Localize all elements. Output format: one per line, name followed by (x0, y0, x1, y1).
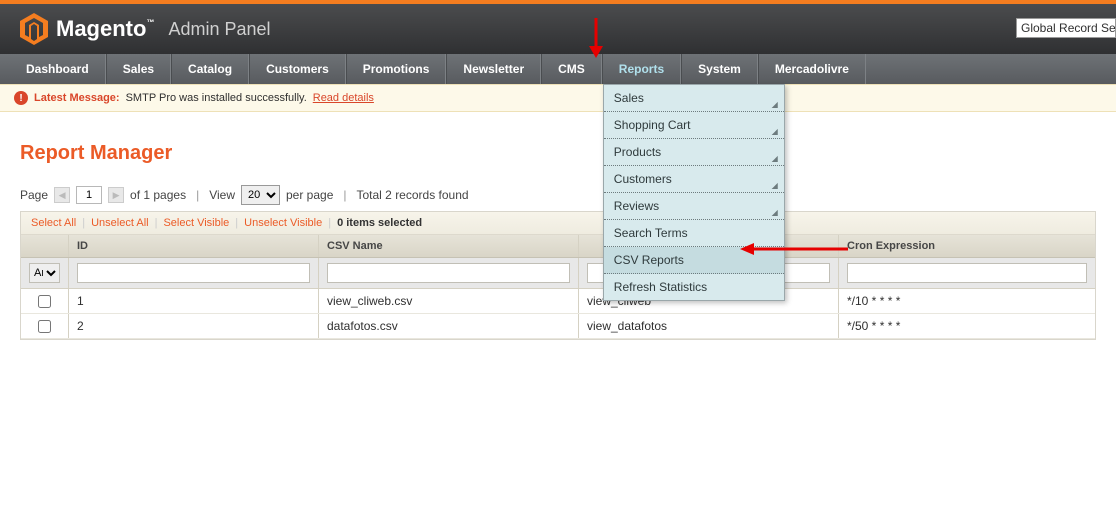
chevron-icon: ◢ (772, 100, 778, 109)
magento-logo-icon (20, 13, 48, 45)
brand-name: Magento™ (56, 16, 154, 42)
notice-message: SMTP Pro was installed successfully. (126, 92, 307, 104)
cell-id: 1 (69, 289, 319, 313)
nav-reports[interactable]: Reports Sales◢ Shopping Cart◢ Products◢ … (602, 54, 681, 84)
chevron-icon: ◢ (772, 154, 778, 163)
of-pages: of 1 pages (130, 188, 186, 202)
panel-label: Admin Panel (168, 19, 270, 40)
nav-reports-label: Reports (619, 62, 664, 76)
per-page-label: per page (286, 188, 333, 202)
items-selected: 0 items selected (337, 217, 422, 229)
page-input[interactable] (76, 186, 102, 204)
chevron-icon: ◢ (772, 127, 778, 136)
submenu-products[interactable]: Products◢ (604, 139, 784, 166)
cell-cron: */50 * * * * (839, 314, 1095, 338)
filter-check: Any (21, 258, 69, 288)
main-nav: Dashboard Sales Catalog Customers Promot… (0, 54, 1116, 84)
submenu-refresh-statistics[interactable]: Refresh Statistics (604, 274, 784, 300)
nav-newsletter[interactable]: Newsletter (446, 54, 541, 84)
massaction-bar: Select All | Unselect All | Select Visib… (21, 212, 1095, 235)
chevron-icon: ◢ (772, 181, 778, 190)
nav-mercadolivre[interactable]: Mercadolivre (758, 54, 866, 84)
select-all-link[interactable]: Select All (31, 217, 76, 229)
grid-header: ID CSV Name Cron Expression (21, 235, 1095, 258)
nav-dashboard[interactable]: Dashboard (10, 54, 106, 84)
grid-filter-row: Any (21, 258, 1095, 289)
submenu-search-terms[interactable]: Search Terms (604, 220, 784, 247)
row-checkbox[interactable] (38, 295, 51, 308)
page-next-button[interactable]: ▶ (108, 187, 124, 203)
notice-label: Latest Message: (34, 92, 120, 104)
submenu-sales[interactable]: Sales◢ (604, 85, 784, 112)
select-visible-link[interactable]: Select Visible (163, 217, 229, 229)
page-title: Report Manager (20, 142, 1096, 165)
filter-csv-input[interactable] (327, 263, 570, 283)
unselect-visible-link[interactable]: Unselect Visible (244, 217, 322, 229)
filter-cron-input[interactable] (847, 263, 1087, 283)
col-head-id[interactable]: ID (69, 235, 319, 257)
global-search-input[interactable]: Global Record Se (1016, 18, 1116, 38)
submenu-shopping-cart[interactable]: Shopping Cart◢ (604, 112, 784, 139)
nav-promotions[interactable]: Promotions (346, 54, 447, 84)
page-prev-button[interactable]: ◀ (54, 187, 70, 203)
page-label: Page (20, 188, 48, 202)
row-checkbox[interactable] (38, 320, 51, 333)
unselect-all-link[interactable]: Unselect All (91, 217, 148, 229)
submenu-reviews[interactable]: Reviews◢ (604, 193, 784, 220)
col-head-check (21, 235, 69, 257)
per-page-select[interactable]: 20 (241, 185, 280, 205)
total-records: Total 2 records found (357, 188, 469, 202)
nav-system[interactable]: System (681, 54, 758, 84)
nav-customers[interactable]: Customers (249, 54, 346, 84)
alert-icon: ! (14, 91, 28, 105)
cell-csv-name: datafotos.csv (319, 314, 579, 338)
cell-view: view_datafotos (579, 314, 839, 338)
nav-catalog[interactable]: Catalog (171, 54, 249, 84)
content: Report Manager Page ◀ ▶ of 1 pages | Vie… (0, 112, 1116, 352)
col-head-cron[interactable]: Cron Expression (839, 235, 1095, 257)
nav-sales[interactable]: Sales (106, 54, 171, 84)
submenu-customers[interactable]: Customers◢ (604, 166, 784, 193)
nav-cms[interactable]: CMS (541, 54, 602, 84)
filter-any-select[interactable]: Any (29, 263, 60, 283)
submenu-csv-reports[interactable]: CSV Reports (604, 247, 784, 274)
cell-csv-name: view_cliweb.csv (319, 289, 579, 313)
table-row[interactable]: 1 view_cliweb.csv view_cliweb */10 * * *… (21, 289, 1095, 314)
notice-bar: ! Latest Message: SMTP Pro was installed… (0, 84, 1116, 112)
grid: Select All | Unselect All | Select Visib… (20, 211, 1096, 340)
col-head-csv-name[interactable]: CSV Name (319, 235, 579, 257)
filter-id-input[interactable] (77, 263, 310, 283)
reports-submenu: Sales◢ Shopping Cart◢ Products◢ Customer… (603, 84, 785, 301)
header: Magento™ Admin Panel Global Record Se (0, 4, 1116, 54)
notice-link[interactable]: Read details (313, 92, 374, 104)
logo: Magento™ Admin Panel (20, 13, 271, 45)
table-row[interactable]: 2 datafotos.csv view_datafotos */50 * * … (21, 314, 1095, 339)
cell-id: 2 (69, 314, 319, 338)
view-label: View (209, 188, 235, 202)
cell-cron: */10 * * * * (839, 289, 1095, 313)
chevron-icon: ◢ (772, 208, 778, 217)
pager: Page ◀ ▶ of 1 pages | View 20 per page |… (20, 185, 1096, 205)
